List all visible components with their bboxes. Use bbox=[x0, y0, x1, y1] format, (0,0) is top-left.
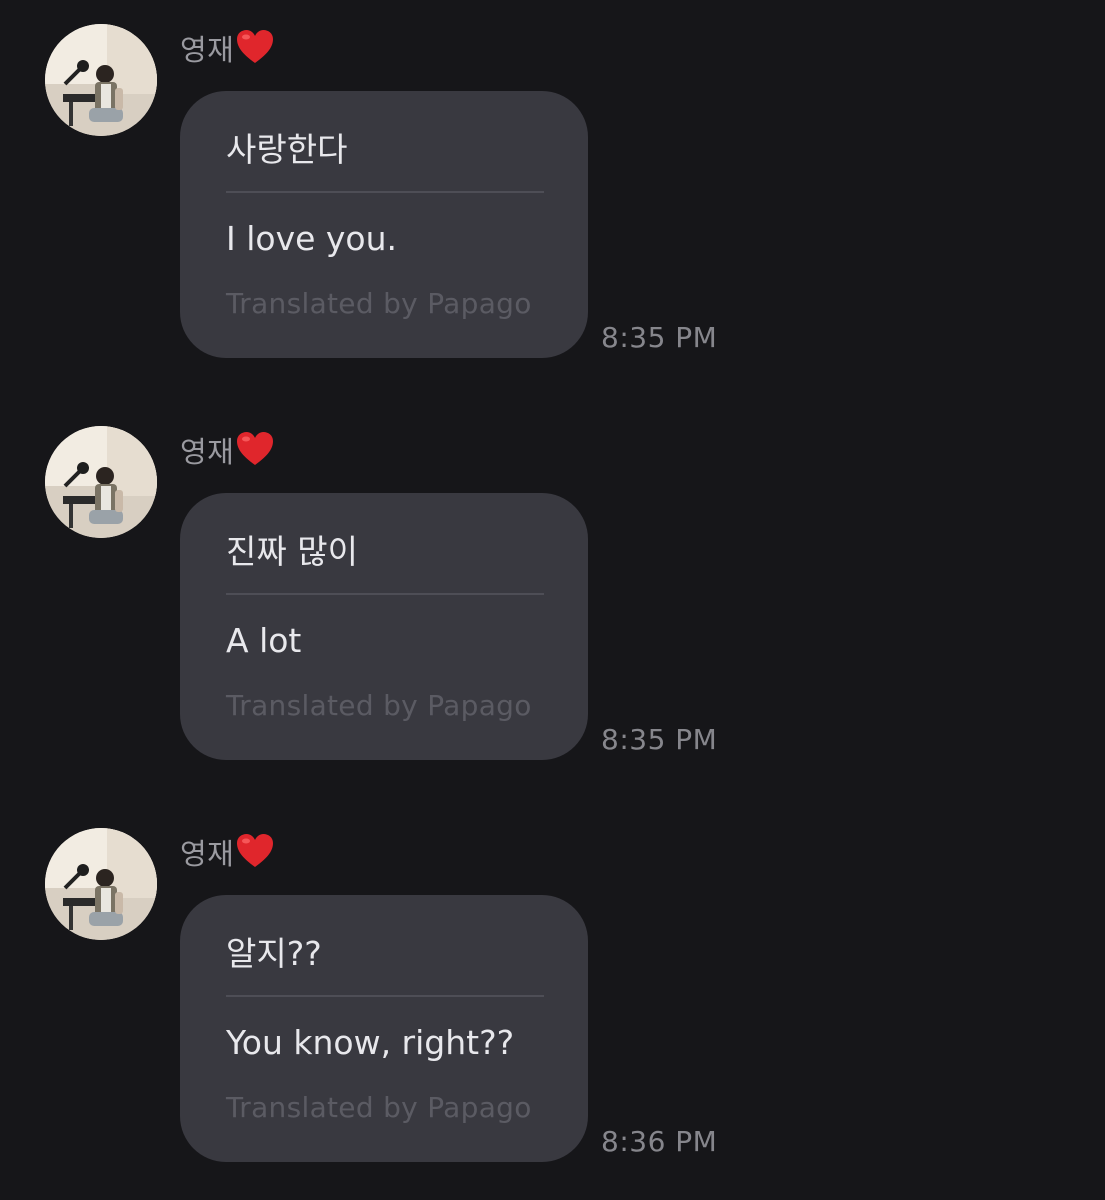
sender-label: 영재 bbox=[180, 830, 275, 874]
avatar[interactable] bbox=[45, 426, 157, 538]
sender-name: 영재 bbox=[180, 435, 235, 469]
translation-credit: Translated by Papago bbox=[226, 287, 532, 320]
sender-label: 영재 bbox=[180, 428, 275, 472]
divider bbox=[226, 191, 544, 193]
original-text: 진짜 많이 bbox=[226, 532, 358, 571]
timestamp: 8:36 PM bbox=[601, 1125, 718, 1158]
chat-thread: 영재 사랑한다 I love you. Translated by Papago… bbox=[0, 0, 1105, 1200]
message-row: 영재 사랑한다 I love you. Translated by Papago… bbox=[0, 0, 1105, 360]
original-text: 사랑한다 bbox=[226, 130, 348, 169]
divider bbox=[226, 593, 544, 595]
translated-text: You know, right?? bbox=[226, 1023, 515, 1062]
translation-credit: Translated by Papago bbox=[226, 689, 532, 722]
sender-label: 영재 bbox=[180, 26, 275, 70]
heart-icon bbox=[235, 28, 275, 68]
message-bubble[interactable]: 사랑한다 I love you. Translated by Papago bbox=[180, 91, 588, 358]
sender-name: 영재 bbox=[180, 33, 235, 67]
sender-name: 영재 bbox=[180, 837, 235, 871]
avatar[interactable] bbox=[45, 828, 157, 940]
message-row: 영재 알지?? You know, right?? Translated by … bbox=[0, 804, 1105, 1164]
divider bbox=[226, 995, 544, 997]
avatar[interactable] bbox=[45, 24, 157, 136]
timestamp: 8:35 PM bbox=[601, 321, 718, 354]
original-text: 알지?? bbox=[226, 934, 322, 973]
translated-text: I love you. bbox=[226, 219, 398, 258]
translated-text: A lot bbox=[226, 621, 302, 660]
message-bubble[interactable]: 알지?? You know, right?? Translated by Pap… bbox=[180, 895, 588, 1162]
timestamp: 8:35 PM bbox=[601, 723, 718, 756]
message-bubble[interactable]: 진짜 많이 A lot Translated by Papago bbox=[180, 493, 588, 760]
message-row: 영재 진짜 많이 A lot Translated by Papago 8:35… bbox=[0, 402, 1105, 762]
translation-credit: Translated by Papago bbox=[226, 1091, 532, 1124]
heart-icon bbox=[235, 430, 275, 470]
heart-icon bbox=[235, 832, 275, 872]
